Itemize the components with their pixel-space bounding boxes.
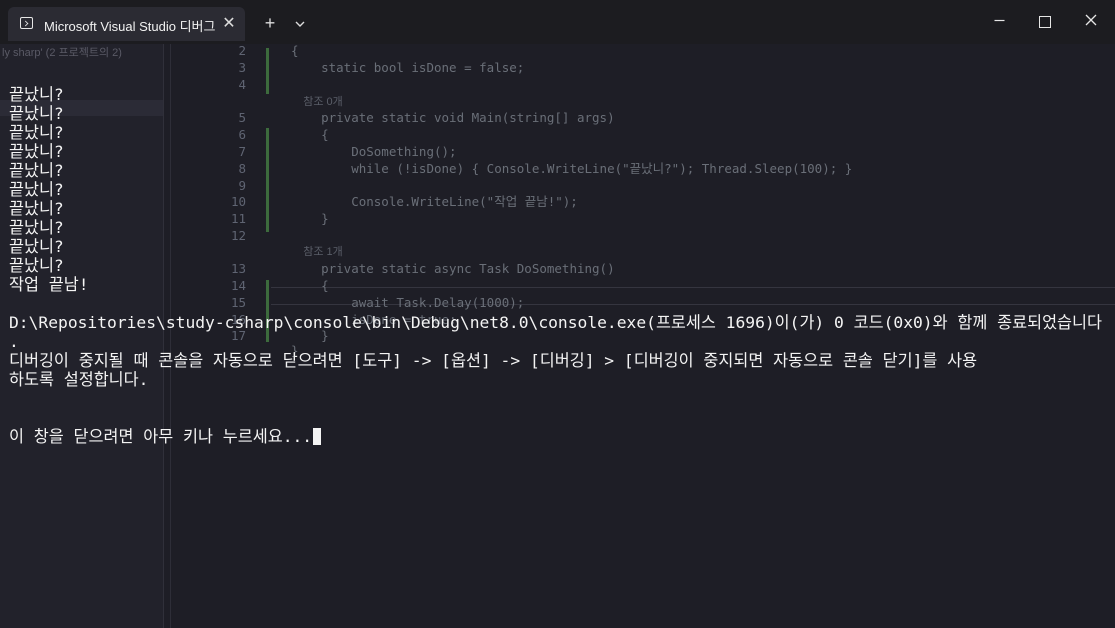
console-output: 끝났니? 끝났니? 끝났니? 끝났니? 끝났니? 끝났니? 끝났니? 끝났니? 끝났니? 끝났니?… [9, 47, 1102, 465]
title-bar: Microsoft Visual Studio 디버그 ✕ + [0, 0, 1115, 45]
console-line: 끝났니? [9, 218, 64, 237]
maximize-button[interactable] [1022, 8, 1068, 36]
console-line: 끝났니? [9, 199, 64, 218]
console-icon [20, 17, 33, 29]
text-cursor [313, 428, 322, 445]
minimize-button[interactable] [976, 8, 1022, 36]
console-prompt: 이 창을 닫으려면 아무 키나 누르세요... [9, 427, 313, 446]
console-line: 끝났니? [9, 85, 64, 104]
new-tab-button[interactable]: + [259, 13, 281, 33]
console-line: 끝났니? [9, 161, 64, 180]
console-line: 끝났니? [9, 180, 64, 199]
close-tab-button[interactable]: ✕ [220, 15, 238, 33]
console-line: 끝났니? [9, 237, 64, 256]
console-line: 하도록 설정합니다. [9, 370, 149, 389]
console-line: 끝났니? [9, 142, 64, 161]
close-window-button[interactable] [1068, 8, 1114, 36]
console-line: 디버깅이 중지될 때 콘솔을 자동으로 닫으려면 [도구] -> [옵션] ->… [9, 351, 978, 370]
maximize-icon [1039, 16, 1051, 29]
chevron-down-icon[interactable] [290, 13, 310, 33]
console-lines: 끝났니? 끝났니? 끝났니? 끝났니? 끝났니? 끝났니? 끝났니? 끝났니? 끝났니? 끝났니?… [9, 85, 1102, 389]
console-line: 끝났니? [9, 256, 64, 275]
console-prompt-line: 이 창을 닫으려면 아무 키나 누르세요... [9, 427, 1102, 446]
terminal-tab[interactable]: Microsoft Visual Studio 디버그 ✕ [8, 7, 245, 41]
console-line: 끝났니? [9, 123, 64, 142]
tab-title: Microsoft Visual Studio 디버그 [44, 19, 216, 34]
console-line: 작업 끝남! [9, 275, 89, 294]
console-line: D:\Repositories\study-csharp\console\bin… [9, 313, 1102, 332]
console-line: . [9, 332, 19, 351]
console-line: 끝났니? [9, 104, 64, 123]
